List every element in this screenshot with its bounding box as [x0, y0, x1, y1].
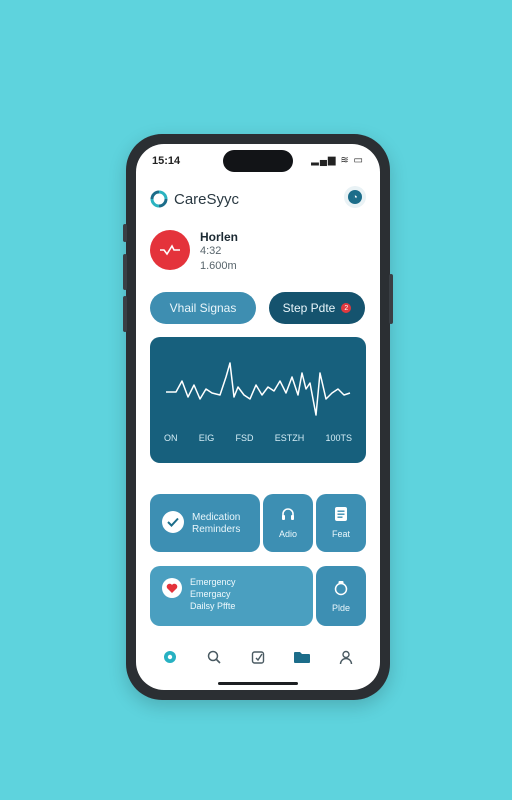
patient-detail-1: 4:32: [200, 245, 222, 257]
step-update-label: Step Pdte: [282, 301, 336, 315]
pills-label: Plde: [331, 603, 350, 613]
check-icon: [162, 511, 184, 533]
ecg-label: 100TS: [325, 433, 352, 443]
phone-frame: 15:14 ▂▄▆ ≋ ▭ CareSyyc ◔ Horlen 4:32 1.6…: [123, 134, 393, 700]
volume-down-button: [123, 296, 127, 332]
volume-up-button: [123, 254, 127, 290]
heart-icon: [162, 578, 182, 598]
power-button: [389, 274, 393, 324]
mute-switch: [123, 224, 127, 242]
headphones-icon: [263, 506, 313, 522]
edit-icon[interactable]: [246, 645, 270, 669]
app-name: CareSyyc: [174, 191, 240, 208]
audio-label: Adio: [278, 529, 297, 539]
bottom-nav: [136, 642, 380, 672]
ecg-label: EIG: [198, 433, 215, 443]
ecg-waveform: [166, 362, 351, 416]
ecg-axis-labels: ON EIG FSD ESTZH 100TS: [164, 433, 352, 443]
feed-label: Feat: [331, 529, 350, 539]
pills-tile[interactable]: Plde: [316, 566, 366, 626]
profile-icon[interactable]: [334, 645, 358, 669]
vital-signs-button[interactable]: Vhail Signas: [150, 292, 256, 324]
folder-icon[interactable]: [290, 645, 314, 669]
step-badge: 2: [341, 303, 352, 313]
dynamic-island: [223, 150, 293, 172]
home-icon[interactable]: [158, 645, 182, 669]
medication-reminders-label: Medication Reminders: [192, 512, 241, 535]
ecg-card[interactable]: ON EIG FSD ESTZH 100TS: [150, 337, 366, 463]
home-indicator: [218, 682, 298, 685]
pulse-check-icon: [160, 244, 180, 256]
emergency-tile[interactable]: Emergency Emergacy Dailsy Pffte: [150, 566, 313, 626]
document-icon: [316, 506, 366, 522]
phone-screen: 15:14 ▂▄▆ ≋ ▭ CareSyyc ◔ Horlen 4:32 1.6…: [136, 144, 380, 690]
patient-detail-2: 1.600m: [200, 260, 237, 272]
pill-bottle-icon: [316, 580, 366, 596]
feed-tile[interactable]: Feat: [316, 494, 366, 552]
step-update-button[interactable]: Step Pdte 2: [269, 292, 365, 324]
patient-name: Horlen: [200, 230, 239, 244]
emergency-label: Emergency Emergacy Dailsy Pffte: [190, 577, 236, 611]
ecg-label: FSD: [235, 433, 254, 443]
status-icons: ▂▄▆ ≋ ▭: [311, 155, 364, 166]
ecg-label: ON: [164, 433, 178, 443]
vital-signs-label: Vhail Signas: [169, 301, 237, 315]
medication-reminders-tile[interactable]: Medication Reminders: [150, 494, 260, 552]
status-time: 15:14: [152, 155, 181, 167]
ecg-label: ESTZH: [274, 433, 305, 443]
notification-button[interactable]: ◔: [344, 186, 366, 208]
search-icon[interactable]: [202, 645, 226, 669]
avatar[interactable]: [150, 230, 190, 270]
audio-tile[interactable]: Adio: [263, 494, 313, 552]
bell-icon: ◔: [348, 190, 362, 204]
app-logo-icon: [150, 190, 168, 208]
